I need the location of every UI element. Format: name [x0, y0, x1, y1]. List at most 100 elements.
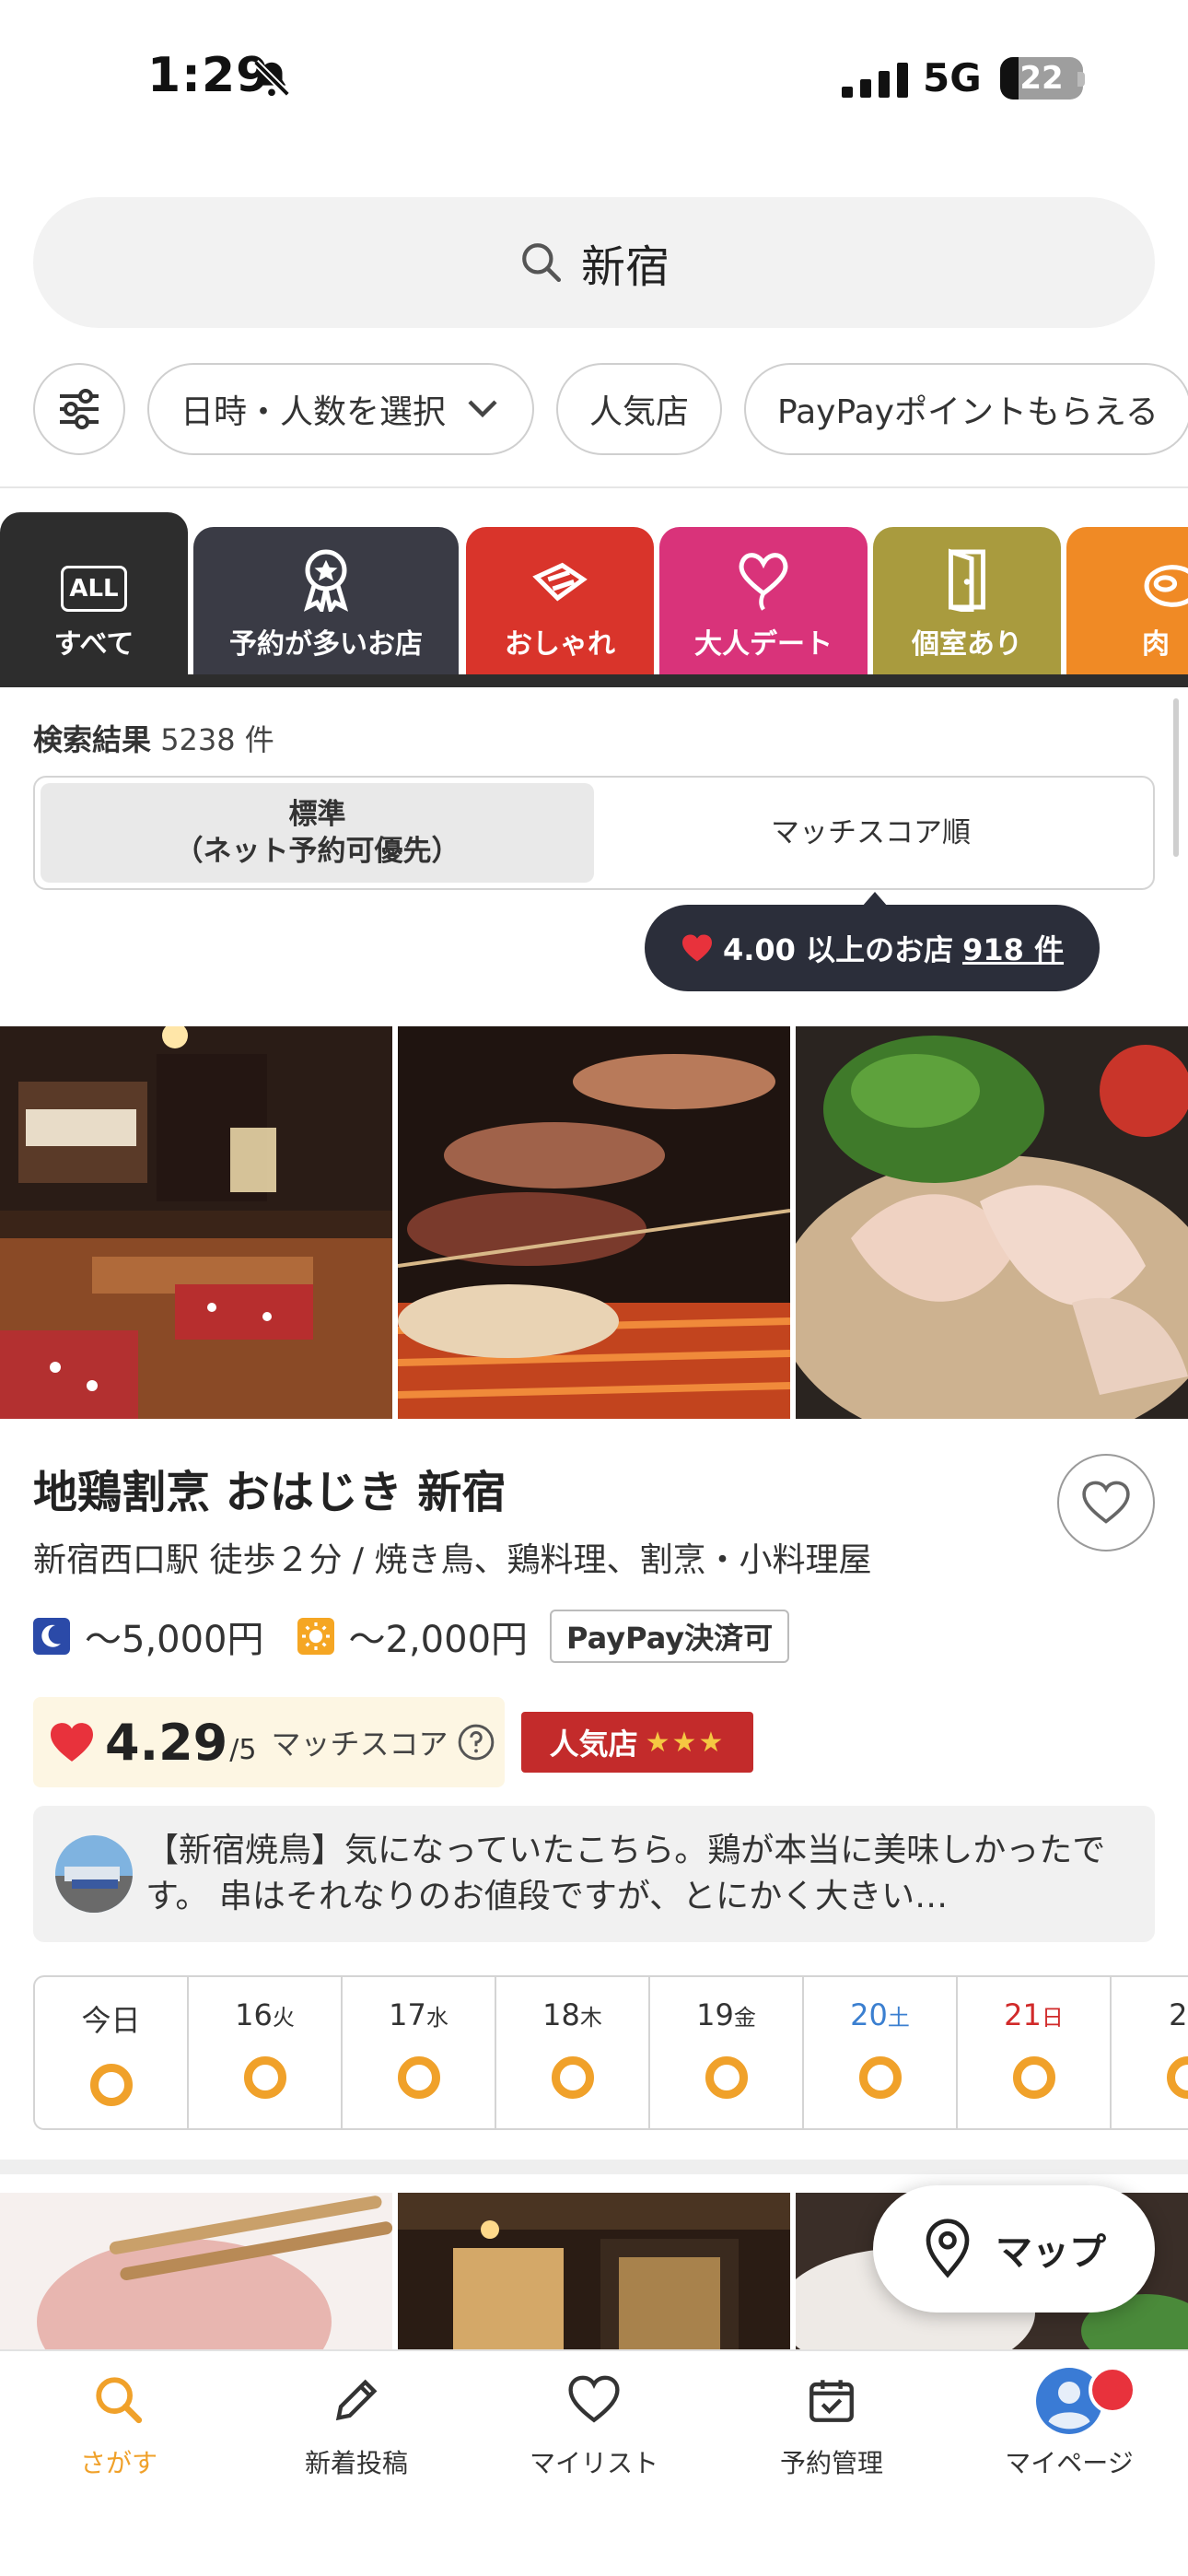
calendar-day[interactable]: 19金: [650, 1977, 804, 2128]
calendar-day-number: 20: [850, 1997, 888, 2032]
score-tooltip[interactable]: 4.00 以上のお店 918 件: [645, 892, 1100, 991]
dinner-price: ～5,000円: [85, 1619, 264, 1661]
popular-badge: 人気店 ★★★: [521, 1712, 753, 1773]
calendar-day[interactable]: 今日: [35, 1977, 189, 2128]
calendar-day[interactable]: 21日: [958, 1977, 1112, 2128]
search-bar[interactable]: 新宿: [33, 197, 1155, 328]
tab-new-posts[interactable]: 新着投稿: [238, 2351, 475, 2576]
filter-settings-button[interactable]: [33, 363, 125, 455]
date-people-chip[interactable]: 日時・人数を選択: [147, 363, 535, 455]
help-icon[interactable]: [457, 1723, 495, 1762]
category-label: 大人デート: [694, 628, 833, 661]
category-tab-private-room[interactable]: 個室あり: [873, 527, 1061, 674]
restaurant-photo-chicken[interactable]: [796, 1026, 1188, 1419]
category-tab-popular-reservations[interactable]: 予約が多いお店: [193, 527, 459, 674]
price-row: ～5,000円 ～2,000円 PayPay決済可: [33, 1609, 790, 1664]
category-label: 予約が多いお店: [229, 628, 423, 661]
calendar-day-label: 22: [1169, 1997, 1188, 2032]
restaurant-photo-yakitori[interactable]: [398, 1026, 790, 1419]
next-photo-pork[interactable]: [0, 2193, 392, 2349]
review-snippet[interactable]: 【新宿焼鳥】気になっていたこちら。鶏が本当に美味しかったです。 串はそれなりのお…: [33, 1806, 1155, 1942]
calendar-day-weekday: 金: [733, 2005, 756, 2031]
calendar-day[interactable]: 18木: [496, 1977, 650, 2128]
divider: [0, 486, 1188, 488]
lunch-price: ～2,000円: [348, 1619, 529, 1661]
calendar-day-number: 16: [235, 1997, 273, 2032]
tab-my-page[interactable]: マイページ: [950, 2351, 1188, 2576]
cocktail-icon: [532, 562, 588, 602]
restaurant-name[interactable]: 地鶏割烹 おはじき 新宿: [33, 1456, 506, 1520]
reviewer-avatar: [55, 1835, 133, 1913]
results-unit: 件: [244, 722, 274, 757]
sort-standard-button[interactable]: 標準 （ネット予約可優先）: [41, 783, 594, 883]
chevron-down-icon: [468, 400, 497, 418]
date-people-label: 日時・人数を選択: [181, 393, 447, 431]
battery-nub: [1077, 72, 1085, 87]
calendar-day[interactable]: 22: [1112, 1977, 1188, 2128]
category-label: おしゃれ: [505, 628, 615, 661]
calendar-day-label: 19金: [696, 1997, 756, 2032]
sun-icon: [297, 1618, 334, 1655]
network-type: 5G: [923, 55, 982, 100]
restaurant-photo-interior[interactable]: [0, 1026, 392, 1419]
category-tab-meat[interactable]: 肉: [1066, 527, 1188, 674]
availability-circle-icon: [89, 2064, 133, 2106]
sliders-icon: [60, 389, 99, 429]
tab-label: マイリスト: [529, 2448, 658, 2478]
sort-standard-title: 標準: [288, 798, 346, 831]
results-label: 検索結果: [33, 722, 152, 757]
calendar-day[interactable]: 20土: [804, 1977, 958, 2128]
map-pin-icon: [926, 2219, 970, 2278]
calendar-day[interactable]: 17水: [343, 1977, 496, 2128]
calendar-day[interactable]: 16火: [189, 1977, 343, 2128]
section-separator: [0, 2160, 1188, 2174]
availability-circle-icon: [705, 2056, 748, 2099]
favorite-button[interactable]: [1057, 1454, 1155, 1551]
tab-search[interactable]: さがす: [0, 2351, 238, 2576]
availability-circle-icon: [1012, 2056, 1055, 2099]
balloon-heart-icon: [739, 553, 788, 611]
tooltip-link[interactable]: 918 件: [962, 927, 1064, 969]
tab-reservations[interactable]: 予約管理: [713, 2351, 950, 2576]
calendar-day-label: 18木: [542, 1997, 602, 2032]
paypay-points-chip[interactable]: PayPayポイントもらえる: [744, 363, 1188, 455]
category-label: 肉: [1142, 628, 1170, 661]
popular-chip[interactable]: 人気店: [556, 363, 723, 455]
next-photo-interior[interactable]: [398, 2193, 790, 2349]
calendar-day-number: 21: [1004, 1997, 1042, 2032]
sort-match-score-button[interactable]: マッチスコア順: [594, 783, 1147, 883]
calendar-day-weekday: 木: [579, 2005, 602, 2031]
calendar-day-number: 22: [1169, 1997, 1188, 2032]
paypay-badge: PayPay決済可: [550, 1610, 790, 1663]
availability-circle-icon: [243, 2056, 286, 2099]
tooltip-arrow: [862, 892, 888, 907]
calendar-day-label: 21日: [1004, 1997, 1064, 2032]
results-count: 検索結果 5238 件: [33, 717, 274, 759]
popular-label: 人気店: [549, 1727, 638, 1762]
availability-circle-icon: [551, 2056, 594, 2099]
tab-label: 新着投稿: [304, 2448, 408, 2478]
restaurant-meta: 新宿西口駅 徒歩２分 / 焼き鳥、鶏料理、割烹・小料理屋: [33, 1541, 872, 1579]
category-tab-stylish[interactable]: おしゃれ: [466, 527, 654, 674]
availability-calendar: 今日 16火 17水 18木 19金 20土 21日 22: [33, 1975, 1188, 2130]
scroll-indicator[interactable]: [1173, 698, 1179, 857]
search-icon: [96, 2377, 143, 2424]
calendar-day-label: 20土: [850, 1997, 910, 2032]
category-tab-adult-date[interactable]: 大人デート: [659, 527, 868, 674]
tab-label: 予約管理: [779, 2448, 883, 2478]
heart-icon: [568, 2375, 620, 2423]
filter-chips: 日時・人数を選択 人気店 PayPayポイントもらえる: [33, 363, 1188, 455]
calendar-day-label: 今日: [81, 1997, 140, 2040]
match-score[interactable]: 4.29/5 マッチスコア: [33, 1697, 505, 1787]
search-icon: [522, 243, 562, 283]
map-button[interactable]: マップ: [873, 2185, 1155, 2313]
battery-level: 22: [1019, 60, 1064, 97]
category-tab-all[interactable]: ALL すべて: [0, 512, 188, 674]
tab-my-list[interactable]: マイリスト: [475, 2351, 713, 2576]
category-band: [0, 674, 1188, 687]
status-bar: 1:29 5G 22: [0, 0, 1188, 157]
rating-stars: ★★★: [645, 1726, 726, 1759]
calendar-day-weekday: 土: [887, 2005, 910, 2031]
heart-outline-icon: [1082, 1481, 1130, 1524]
calendar-day-number: 17: [389, 1997, 426, 2032]
